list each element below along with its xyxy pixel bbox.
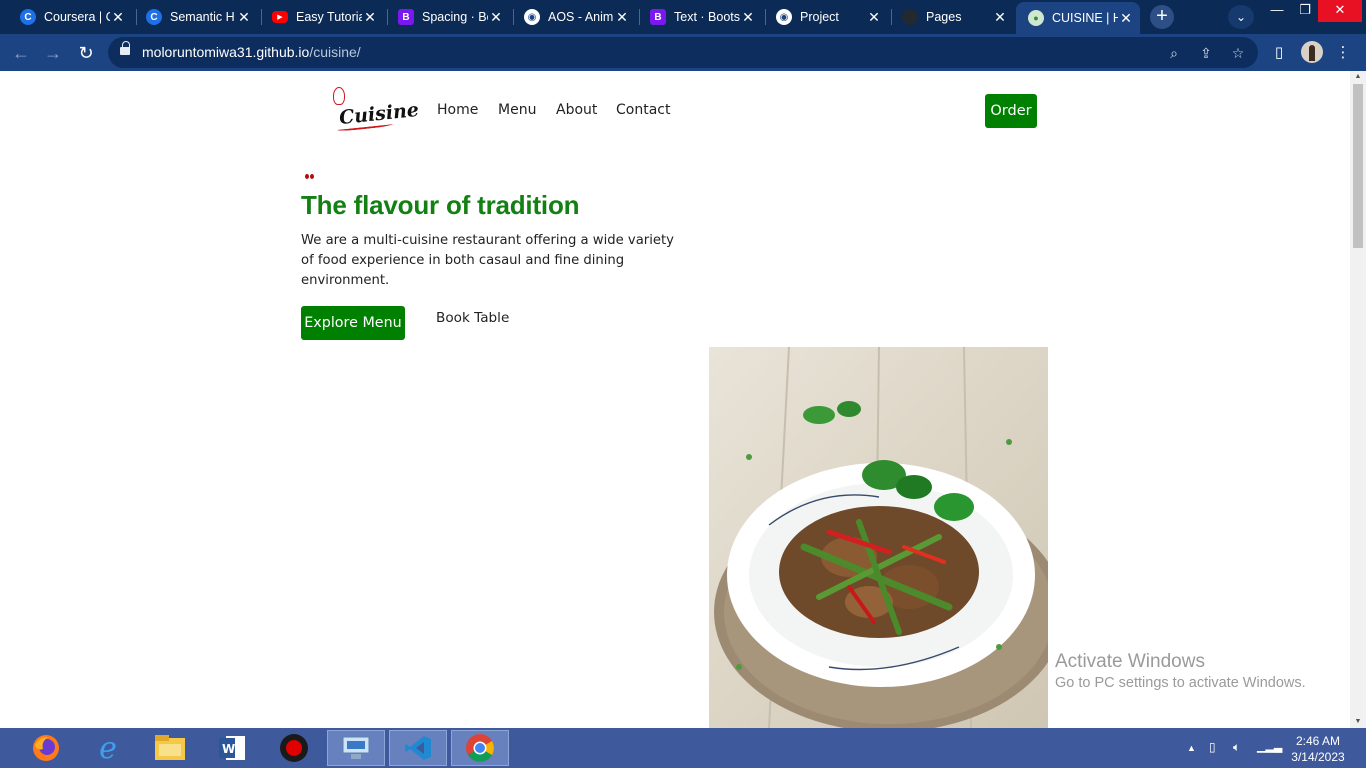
tab-label: Easy Tutoria — [296, 10, 362, 24]
tab-spacing-bootstrap[interactable]: B Spacing · Bo ✕ — [386, 3, 510, 31]
svg-text:W: W — [222, 742, 235, 756]
forward-button[interactable]: → — [40, 40, 66, 66]
tab-label: Semantic H — [170, 10, 235, 24]
scroll-down-icon[interactable]: ▼ — [1350, 716, 1366, 728]
tab-pages[interactable]: Pages ✕ — [890, 3, 1014, 31]
close-icon[interactable]: ✕ — [992, 9, 1008, 26]
address-bar[interactable]: moloruntomiwa31.github.io/cuisine/ ⌕ ⇪ ☆ — [108, 37, 1258, 68]
close-icon[interactable]: ✕ — [362, 9, 378, 26]
tab-aos-animations[interactable]: ◉ AOS - Anim ✕ — [512, 3, 636, 31]
tab-easy-tutorial[interactable]: ▶ Easy Tutoria ✕ — [260, 3, 384, 31]
profile-avatar[interactable] — [1301, 41, 1323, 63]
activate-windows-watermark: Activate Windows Go to PC settings to ac… — [1055, 651, 1306, 691]
hero-food-image — [709, 347, 1048, 728]
window-close-button[interactable]: ✕ — [1318, 0, 1362, 22]
url-text: moloruntomiwa31.github.io/cuisine/ — [142, 44, 361, 60]
globe-icon: ◉ — [524, 9, 540, 25]
order-button[interactable]: Order — [985, 94, 1037, 128]
volume-icon[interactable]: 🔈︎ — [1233, 740, 1240, 755]
hero-title: The flavour of tradition — [301, 190, 580, 220]
file-explorer-icon[interactable] — [141, 730, 199, 766]
tab-label: AOS - Anim — [548, 10, 614, 24]
recorder-icon[interactable] — [265, 730, 323, 766]
windows-taskbar: e W ▲ ▯ 🔈︎ ▁▂▃ 2:46 AM 3/14/2023 — [0, 728, 1366, 768]
device-icon[interactable]: ▯ — [1209, 740, 1216, 754]
page-scrollbar[interactable]: ▲ ▼ — [1350, 71, 1366, 728]
share-icon[interactable]: ⇪ — [1194, 41, 1218, 65]
nav-menu[interactable]: Menu — [498, 102, 536, 118]
word-icon[interactable]: W — [203, 730, 261, 766]
reload-button[interactable]: ↻ — [73, 40, 99, 66]
hero-description: We are a multi-cuisine restaurant offeri… — [301, 233, 674, 288]
github-icon — [902, 9, 918, 25]
nav-contact[interactable]: Contact — [616, 102, 670, 118]
browser-toolbar: ← → ↻ moloruntomiwa31.github.io/cuisine/… — [0, 34, 1366, 71]
tab-semantic-html[interactable]: C Semantic H ✕ — [134, 3, 258, 31]
side-panel-icon[interactable]: ▯ — [1266, 40, 1292, 66]
nav-about[interactable]: About — [556, 102, 597, 118]
chrome-icon[interactable] — [451, 730, 509, 766]
watermark-title: Activate Windows — [1055, 651, 1205, 672]
close-icon[interactable]: ✕ — [488, 9, 504, 26]
close-icon[interactable]: ✕ — [236, 9, 252, 26]
tab-search-button[interactable]: ⌄ — [1228, 5, 1254, 29]
webpage: Cuisine Home Menu About Contact Order Th… — [0, 71, 1350, 728]
zoom-icon[interactable]: ⌕ — [1162, 41, 1186, 65]
back-button[interactable]: ← — [8, 40, 34, 66]
close-icon[interactable]: ✕ — [614, 9, 630, 26]
cuisine-icon: ● — [1028, 10, 1044, 26]
book-table-link[interactable]: Book Table — [436, 310, 509, 326]
bootstrap-icon: B — [650, 9, 666, 25]
new-tab-button[interactable]: + — [1150, 5, 1174, 29]
chef-hat-icon — [333, 87, 345, 105]
network-signal-icon[interactable]: ▁▂▃ — [1257, 740, 1282, 753]
system-clock[interactable]: 2:46 AM 3/14/2023 — [1285, 733, 1351, 765]
tab-label: Coursera | C — [44, 10, 110, 24]
tab-label: Project — [800, 10, 839, 24]
explore-menu-button[interactable]: Explore Menu — [301, 306, 405, 340]
coursera-icon: C — [20, 9, 36, 25]
watermark-subtitle: Go to PC settings to activate Windows. — [1055, 675, 1306, 691]
youtube-icon: ▶ — [272, 11, 288, 23]
remote-desktop-icon[interactable] — [327, 730, 385, 766]
tab-label: Spacing · Bo — [422, 10, 488, 24]
site-logo[interactable]: Cuisine — [331, 87, 420, 133]
scrollbar-thumb[interactable] — [1353, 84, 1363, 248]
clock-date: 3/14/2023 — [1291, 750, 1345, 764]
decorative-dots — [305, 164, 315, 179]
tab-cuisine[interactable]: ● CUISINE | H ✕ — [1016, 2, 1140, 34]
tab-label: Text · Boots — [674, 10, 740, 24]
close-icon[interactable]: ✕ — [866, 9, 882, 26]
tab-project[interactable]: ◉ Project ✕ — [764, 3, 888, 31]
tab-label: Pages — [926, 10, 962, 24]
internet-explorer-icon[interactable]: e — [79, 730, 137, 766]
minimize-button[interactable]: — — [1262, 0, 1292, 22]
tab-coursera[interactable]: C Coursera | C ✕ — [8, 3, 132, 31]
clock-time: 2:46 AM — [1295, 734, 1341, 748]
browser-tab-strip: C Coursera | C ✕ C Semantic H ✕ ▶ Easy T… — [0, 0, 1366, 34]
tab-text-bootstrap[interactable]: B Text · Boots ✕ — [638, 3, 762, 31]
bookmark-star-icon[interactable]: ☆ — [1226, 41, 1250, 65]
close-icon[interactable]: ✕ — [110, 9, 126, 26]
bootstrap-icon: B — [398, 9, 414, 25]
globe-icon: ◉ — [776, 9, 792, 25]
close-icon[interactable]: ✕ — [740, 9, 756, 26]
vscode-icon[interactable] — [389, 730, 447, 766]
coursera-icon: C — [146, 9, 162, 25]
lock-icon[interactable] — [120, 41, 130, 57]
nav-home[interactable]: Home — [437, 102, 478, 118]
tab-label: CUISINE | H — [1052, 11, 1118, 25]
firefox-icon[interactable] — [17, 730, 75, 766]
close-icon[interactable]: ✕ — [1118, 10, 1134, 27]
show-hidden-icons[interactable]: ▲ — [1187, 743, 1196, 753]
restore-button[interactable]: ❐ — [1290, 0, 1320, 22]
menu-kebab-icon[interactable]: ⋮ — [1330, 40, 1356, 66]
scroll-up-icon[interactable]: ▲ — [1350, 71, 1366, 83]
